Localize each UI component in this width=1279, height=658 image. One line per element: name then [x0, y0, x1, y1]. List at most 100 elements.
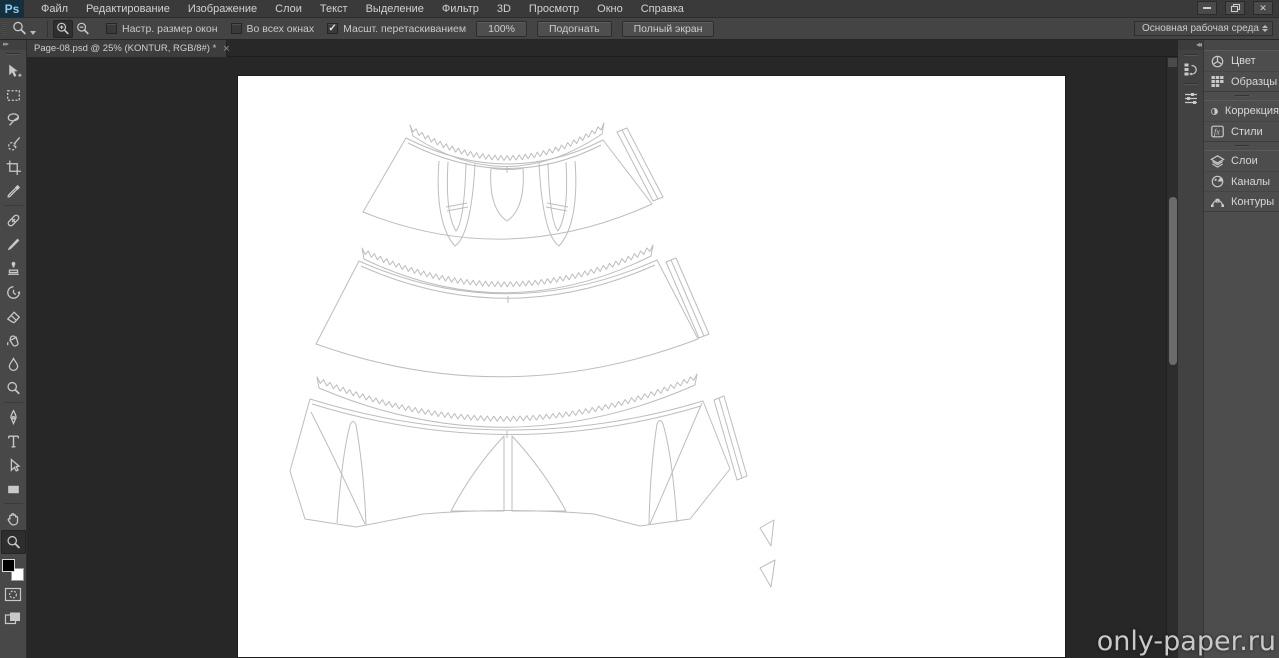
panel-label: Цвет	[1231, 55, 1256, 67]
close-button[interactable]: ✕	[1253, 1, 1273, 15]
checkbox-scrubby-zoom[interactable]: ✓ Масшт. перетаскиванием	[327, 23, 466, 35]
panel-label: Образцы	[1231, 75, 1278, 88]
hand-tool[interactable]	[1, 506, 26, 530]
spot-healing-brush-tool[interactable]	[1, 208, 26, 232]
workspace-updown-icon	[1262, 25, 1268, 32]
tab-close-icon[interactable]: ×	[223, 43, 229, 54]
checkbox-box[interactable]: ✓	[327, 23, 339, 34]
fit-screen-button[interactable]: Подогнать	[536, 20, 612, 37]
color-swatches[interactable]	[1, 558, 25, 582]
checkbox-resize-windows[interactable]: Настр. размер окон	[106, 23, 218, 35]
panel-color[interactable]: Цвет	[1204, 51, 1279, 71]
rectangle-shape-tool[interactable]	[1, 477, 26, 501]
brush-tool[interactable]	[1, 232, 26, 256]
tool-preset-button[interactable]	[11, 20, 36, 37]
brush-tool-icon	[7, 238, 19, 250]
svg-text:fx: fx	[1214, 128, 1220, 137]
restore-button[interactable]	[1225, 1, 1245, 15]
panel-grip[interactable]	[1183, 83, 1198, 85]
menu-help[interactable]: Справка	[632, 0, 693, 18]
path-selection-tool-icon	[10, 457, 21, 472]
tools-grip[interactable]	[6, 53, 20, 55]
move-tool-icon	[8, 64, 21, 77]
fill-screen-button[interactable]: Полный экран	[621, 20, 715, 37]
menu-layers[interactable]: Слои	[266, 0, 311, 18]
workspace-switcher[interactable]: Основная рабочая среда	[1134, 21, 1273, 36]
checkbox-all-windows[interactable]: Во всех окнах	[230, 23, 314, 35]
panel-grip[interactable]	[1234, 95, 1249, 97]
styles-panel-icon: fx	[1211, 125, 1224, 138]
blur-tool[interactable]	[1, 352, 26, 376]
panel-layers[interactable]: Слои	[1204, 151, 1279, 171]
menu-file[interactable]: Файл	[32, 0, 77, 18]
move-tool[interactable]	[1, 59, 26, 83]
separator	[47, 20, 48, 37]
type-tool[interactable]	[1, 429, 26, 453]
quick-selection-tool[interactable]	[1, 131, 26, 155]
rectangular-marquee-tool[interactable]	[1, 83, 26, 107]
menu-select[interactable]: Выделение	[357, 0, 433, 18]
panel-styles[interactable]: fx Стили	[1204, 121, 1279, 141]
lasso-tool[interactable]	[1, 107, 26, 131]
panel-adjustments[interactable]: Коррекция	[1204, 101, 1279, 121]
path-selection-tool[interactable]	[1, 453, 26, 477]
quick-selection-tool-icon	[7, 136, 20, 151]
panel-grip[interactable]	[1234, 145, 1249, 147]
dock-collapse-chevron[interactable]: ◂◂	[1178, 40, 1203, 50]
document-area: Page-08.psd @ 25% (KONTUR, RGB/8#) * ×	[27, 40, 1178, 658]
document-page[interactable]	[238, 76, 1065, 657]
panel-column-header	[1204, 40, 1279, 50]
glue-strip-bottom	[316, 373, 698, 428]
zoom-in-button[interactable]	[53, 19, 73, 38]
hand-tool-icon	[7, 512, 18, 526]
paint-bucket-tool[interactable]	[1, 328, 26, 352]
workspace-label: Основная рабочая среда	[1142, 23, 1259, 34]
panel-swatches[interactable]: Образцы	[1204, 71, 1279, 91]
vertical-scrollbar[interactable]	[1166, 57, 1178, 658]
panel-grip[interactable]	[1183, 54, 1198, 56]
document-tab[interactable]: Page-08.psd @ 25% (KONTUR, RGB/8#) * ×	[27, 40, 230, 57]
quick-mask-button[interactable]	[1, 582, 26, 606]
checkbox-box[interactable]	[230, 23, 242, 34]
menu-3d[interactable]: 3D	[488, 0, 520, 18]
menu-view[interactable]: Просмотр	[520, 0, 588, 18]
history-brush-tool[interactable]	[1, 280, 26, 304]
photoshop-logo: Ps	[0, 0, 24, 18]
screen-mode-button[interactable]	[1, 606, 26, 630]
eraser-tool[interactable]	[1, 304, 26, 328]
crop-tool[interactable]	[1, 155, 26, 179]
options-grip[interactable]	[3, 21, 7, 36]
minimize-button[interactable]	[1197, 1, 1217, 15]
clone-stamp-tool[interactable]	[1, 256, 26, 280]
collapsed-panels: Цвет Образцы Коррекция fx Стили Слои Кан…	[1204, 40, 1279, 658]
scrollbar-corner	[1168, 58, 1177, 67]
actual-pixels-button[interactable]: 100%	[476, 20, 527, 37]
pen-tool[interactable]	[1, 405, 26, 429]
zoom-in-icon	[57, 22, 69, 34]
glue-strip-middle	[361, 244, 654, 294]
checkbox-box[interactable]	[106, 23, 117, 34]
paths-panel-icon	[1211, 198, 1224, 207]
menu-type[interactable]: Текст	[311, 0, 357, 18]
menu-window[interactable]: Окно	[588, 0, 632, 18]
zoom-out-button[interactable]	[73, 20, 93, 38]
scrollbar-thumb[interactable]	[1169, 197, 1177, 365]
history-panel-button[interactable]	[1180, 59, 1202, 79]
foreground-color-swatch[interactable]	[2, 559, 15, 572]
tools-panel: ▸▸	[0, 40, 27, 658]
zoom-out-icon	[77, 22, 89, 34]
eyedropper-tool[interactable]	[1, 179, 26, 203]
canvas[interactable]	[27, 57, 1178, 658]
menu-filter[interactable]: Фильтр	[433, 0, 488, 18]
zoom-tool[interactable]	[0, 530, 26, 554]
panel-paths[interactable]: Контуры	[1204, 191, 1279, 211]
quick-mask-icon	[4, 587, 22, 601]
tools-collapse-chevron[interactable]: ▸▸	[0, 40, 26, 50]
panel-channels[interactable]: Каналы	[1204, 171, 1279, 191]
dodge-tool[interactable]	[1, 376, 26, 400]
blur-tool-icon	[8, 356, 18, 371]
menu-image[interactable]: Изображение	[179, 0, 266, 18]
properties-panel-button[interactable]	[1180, 88, 1202, 108]
menu-edit[interactable]: Редактирование	[77, 0, 179, 18]
dodge-tool-icon	[6, 381, 20, 394]
